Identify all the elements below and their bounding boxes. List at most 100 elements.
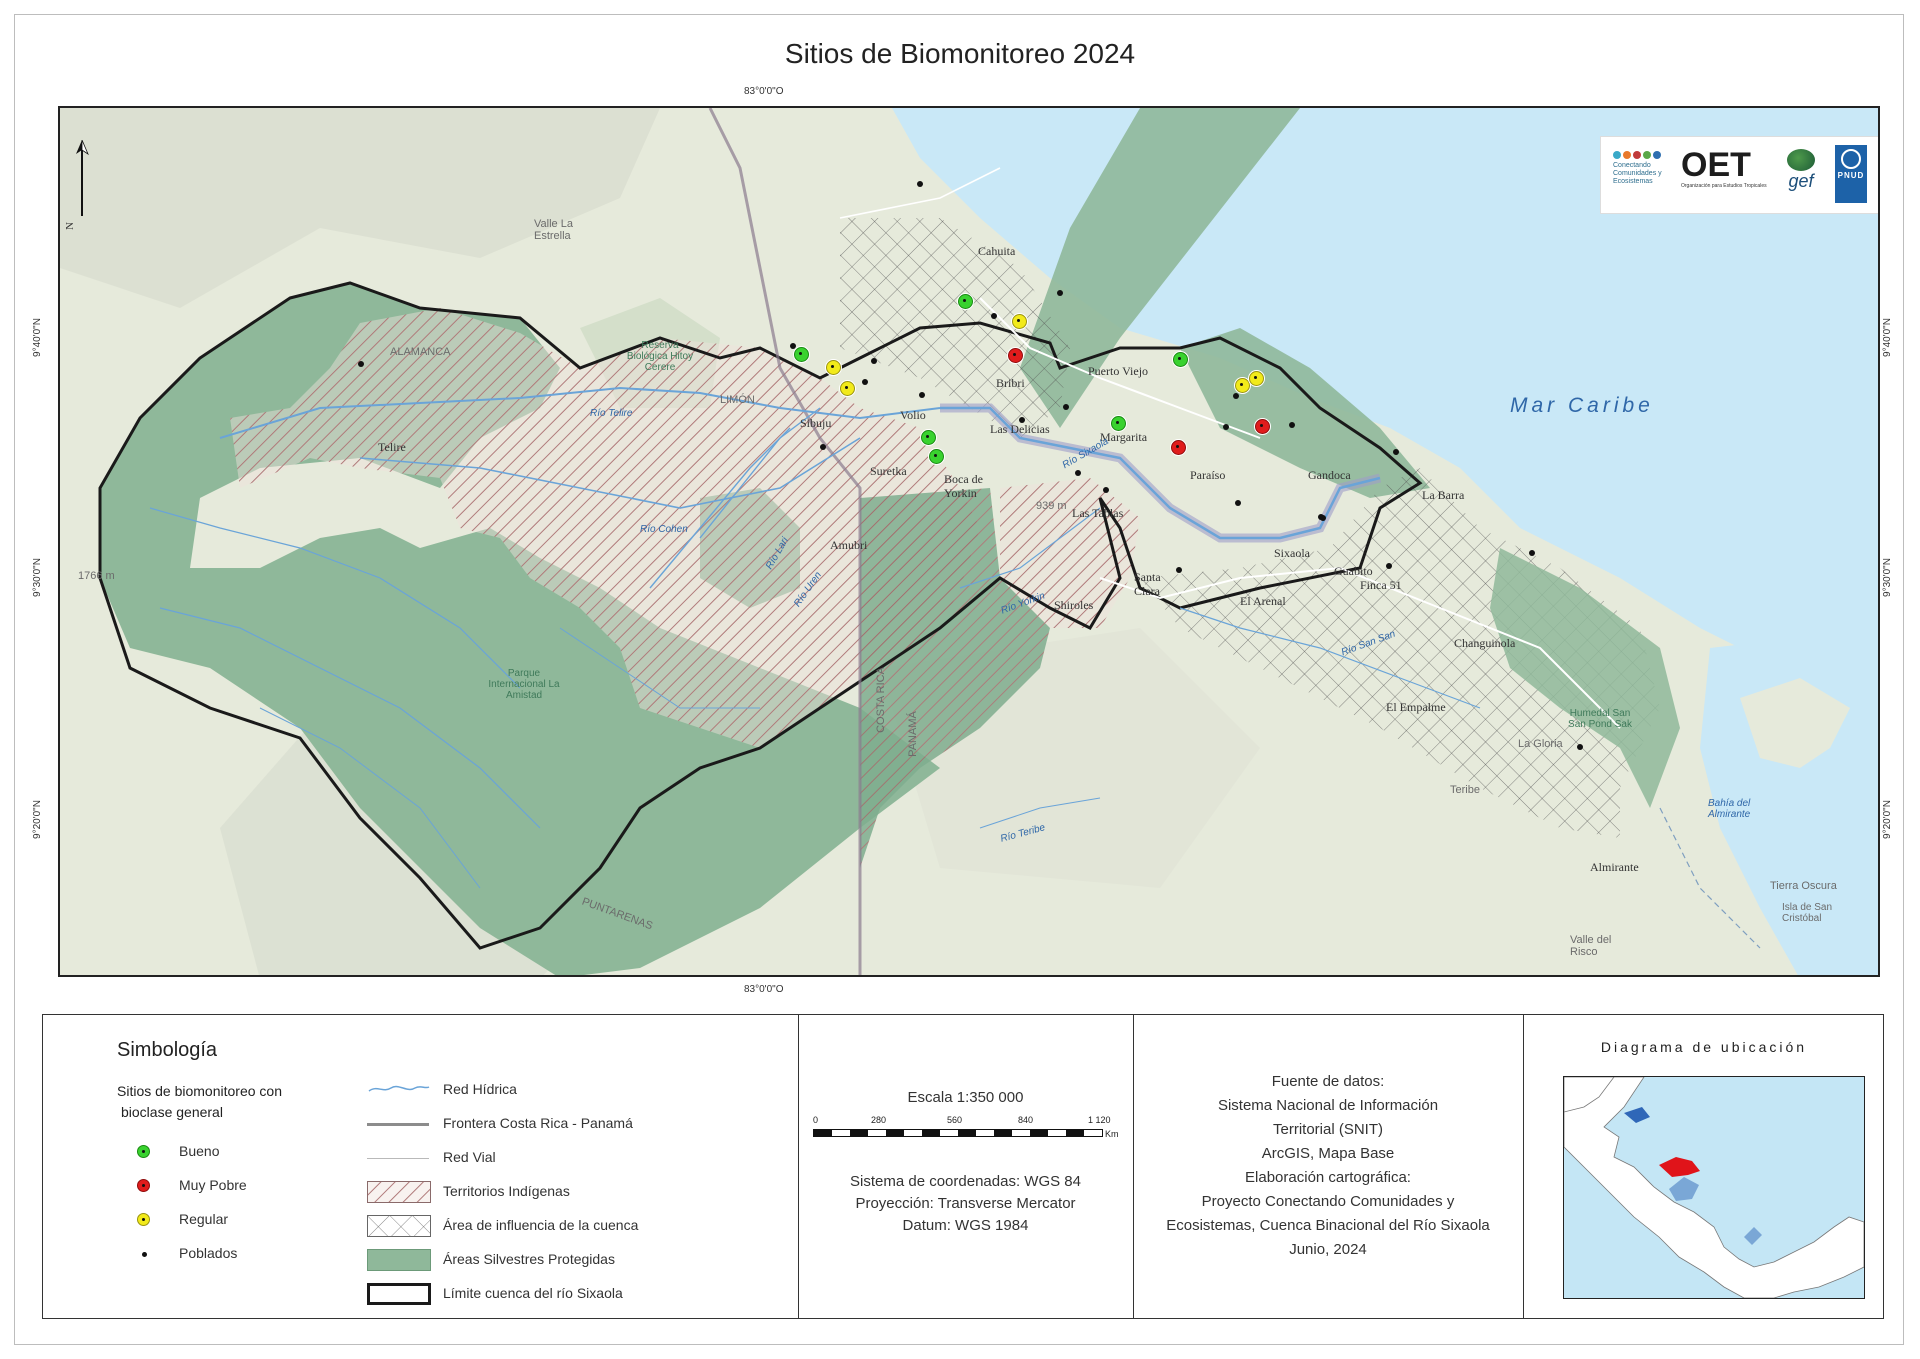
poblado-dot <box>1529 550 1535 556</box>
poblado-dot <box>1176 567 1182 573</box>
source-line-5: Elaboración cartográfica: <box>1245 1169 1411 1186</box>
place-boca-de-yorkin: Boca de Yorkin <box>944 472 983 500</box>
place-changuinola: Changuinola <box>1454 636 1516 650</box>
site-marker-muy-pobre[interactable] <box>1008 348 1023 363</box>
legend-subtitle-1: Sitios de biomonitoreo con <box>117 1083 282 1099</box>
scale-label: Escala 1:350 000 <box>907 1089 1024 1106</box>
site-marker-regular[interactable] <box>1235 378 1250 393</box>
inset-svg <box>1564 1077 1864 1298</box>
conectando-logo: Conectando Comunidades y Ecosistemas <box>1613 151 1673 195</box>
oet-logo: OET Organización para Estudios Tropicale… <box>1681 146 1767 189</box>
source-line-7: Ecosistemas, Cuenca Binacional del Río S… <box>1166 1217 1490 1234</box>
site-marker-bueno[interactable] <box>1173 352 1188 367</box>
poblado-dot <box>862 379 868 385</box>
place-volio: Volio <box>900 408 926 422</box>
legend-poblados: Poblados <box>179 1245 238 1261</box>
river-telire: Río Telire <box>590 408 633 419</box>
legend-influencia: Área de influencia de la cuenca <box>443 1217 639 1233</box>
lat-label-20-right: 9°20'0"N <box>1881 800 1893 839</box>
place-tierra-oscura: Tierra Oscura <box>1770 880 1837 892</box>
legend-subtitle-2: bioclase general <box>121 1104 223 1120</box>
place-shiroles: Shiroles <box>1054 598 1094 612</box>
legend-areas-protegidas: Áreas Silvestres Protegidas <box>443 1251 615 1267</box>
place-paraiso: Paraíso <box>1190 468 1226 482</box>
source-line-1: Fuente de datos: <box>1271 1073 1385 1090</box>
site-marker-regular[interactable] <box>840 381 855 396</box>
site-marker-muy-pobre[interactable] <box>1255 419 1270 434</box>
north-label: N <box>63 222 76 230</box>
logo-panel: Conectando Comunidades y Ecosistemas OET… <box>1600 136 1878 214</box>
place-puerto-viejo: Puerto Viejo <box>1088 364 1149 378</box>
poblado-dot <box>1057 290 1063 296</box>
poblado-dot <box>790 343 796 349</box>
poblado-dot <box>991 313 997 319</box>
lat-label-40-right: 9°40'0"N <box>1881 318 1893 357</box>
source-line-4: ArcGIS, Mapa Base <box>1261 1145 1395 1162</box>
place-almirante: Almirante <box>1590 860 1639 874</box>
pnud-logo: PNUD <box>1835 145 1867 203</box>
inset-title: Diagrama de ubicación <box>1600 1039 1808 1055</box>
legend-bueno: Bueno <box>179 1143 220 1159</box>
poblado-dot <box>820 444 826 450</box>
poblado-dot <box>1223 424 1229 430</box>
legend-red-vial-icon <box>367 1158 429 1159</box>
legend-territorios-icon <box>367 1181 431 1203</box>
site-marker-bueno[interactable] <box>794 347 809 362</box>
legend-frontera: Frontera Costa Rica - Panamá <box>443 1115 633 1131</box>
place-cahuita: Cahuita <box>978 244 1016 258</box>
place-valle-la-estrella: Valle La Estrella <box>534 218 573 242</box>
scale-unit: Km <box>1105 1129 1119 1139</box>
source-line-6: Proyecto Conectando Comunidades y <box>1201 1193 1455 1210</box>
site-marker-bueno[interactable] <box>1111 416 1126 431</box>
place-la-gloria: La Gloria <box>1518 738 1563 750</box>
elevation-939: 939 m <box>1036 500 1067 512</box>
place-guabito: Guabito <box>1334 564 1373 578</box>
place-el-empalme: El Empalme <box>1386 700 1446 714</box>
region-panama: PANAMÁ <box>906 711 919 757</box>
legend-areas-protegidas-icon <box>367 1249 431 1271</box>
poblado-dot <box>1393 449 1399 455</box>
poblado-dot <box>1289 422 1295 428</box>
poblado-dot <box>1235 500 1241 506</box>
legend-frontera-icon <box>367 1123 429 1126</box>
place-la-barra: La Barra <box>1422 488 1465 502</box>
legend-influencia-icon <box>367 1215 431 1237</box>
site-marker-regular[interactable] <box>1249 371 1264 386</box>
site-marker-muy-pobre[interactable] <box>1171 440 1186 455</box>
site-marker-regular[interactable] <box>1012 314 1027 329</box>
scale-bar: 0 280 560 840 1 120 Km <box>813 1115 1119 1155</box>
legend-red-hidrica-icon <box>368 1085 430 1092</box>
poblado-dot <box>871 358 877 364</box>
scale-tick-1120: 1 120 <box>1088 1115 1111 1125</box>
place-las-delicias: Las Delicias <box>990 422 1050 436</box>
poblado-dot <box>1075 470 1081 476</box>
place-el-arenal: El Arenal <box>1240 594 1286 608</box>
legend-poblados-icon <box>142 1252 147 1257</box>
lat-label-30-left: 9°30'0"N <box>31 558 43 597</box>
site-marker-regular[interactable] <box>826 360 841 375</box>
site-marker-bueno[interactable] <box>958 294 973 309</box>
scale-tick-280: 280 <box>871 1115 887 1125</box>
poblado-dot <box>1233 393 1239 399</box>
region-limon: LIMÓN <box>720 394 755 406</box>
legend-regular-icon <box>137 1213 150 1226</box>
place-sibuju: Sibuju <box>800 416 832 430</box>
site-marker-bueno[interactable] <box>921 430 936 445</box>
place-santa-clara: Santa Clara <box>1134 570 1161 598</box>
poblado-dot <box>1577 744 1583 750</box>
lon-label-top: 83°0'0"O <box>744 86 784 97</box>
site-marker-bueno[interactable] <box>929 449 944 464</box>
label-mar-caribe: Mar Caribe <box>1510 394 1654 417</box>
region-costa-rica: COSTA RICA <box>874 667 887 733</box>
scale-projection: Proyección: Transverse Mercator <box>855 1195 1076 1212</box>
location-inset-map <box>1563 1076 1865 1299</box>
gef-logo: gef <box>1779 149 1823 203</box>
place-amubri: Amubri <box>830 538 868 552</box>
map-frame[interactable]: N Conectando Comunidades y Ecosistemas O… <box>58 106 1880 977</box>
source-line-3: Territorial (SNIT) <box>1272 1121 1383 1138</box>
place-teribe: Teribe <box>1450 784 1480 796</box>
scale-tick-560: 560 <box>947 1115 963 1125</box>
river-cohen: Río Cohen <box>640 524 688 535</box>
place-valle-del-risco: Valle del Risco <box>1570 934 1612 958</box>
lat-label-20-left: 9°20'0"N <box>31 800 43 839</box>
